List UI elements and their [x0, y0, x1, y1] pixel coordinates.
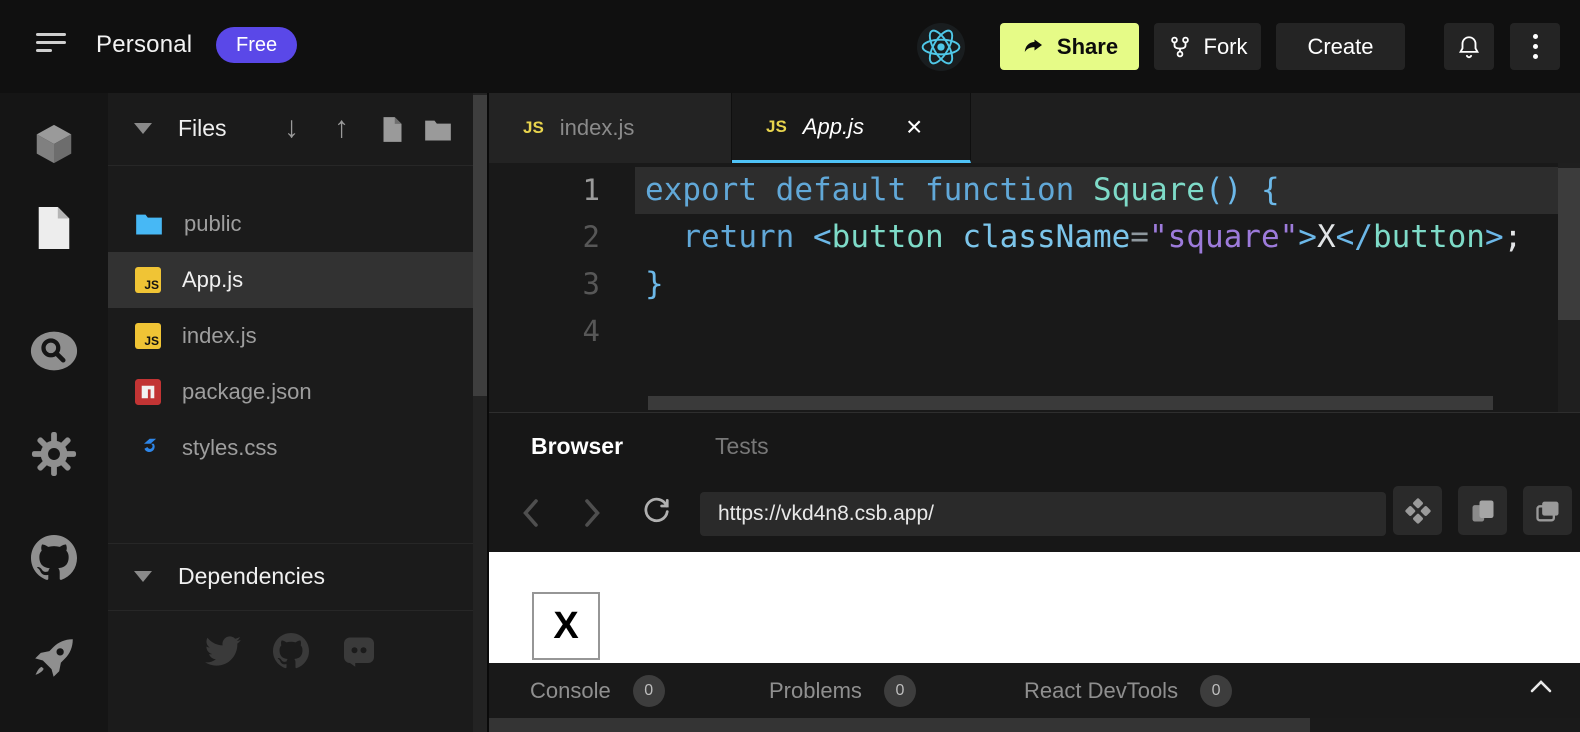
file-row-indexjs[interactable]: JS index.js	[108, 308, 473, 364]
activity-rail	[0, 93, 108, 732]
count-badge: 0	[884, 675, 916, 707]
tab-appjs[interactable]: JS App.js ×	[732, 93, 971, 163]
file-row-appjs[interactable]: JS App.js	[108, 252, 473, 308]
js-file-icon: JS	[135, 267, 161, 293]
devtools-bar: Console 0 Problems 0 React DevTools 0	[489, 663, 1580, 718]
github-icon[interactable]	[273, 633, 309, 669]
close-tab-icon[interactable]: ×	[906, 117, 922, 137]
code-lines: 1export default function Square() {2 ret…	[489, 167, 1580, 355]
fork-label: Fork	[1204, 34, 1248, 60]
url-input[interactable]	[700, 492, 1386, 536]
new-file-icon[interactable]	[380, 116, 405, 143]
duplicate-preview-icon[interactable]	[1458, 486, 1507, 535]
react-logo-icon[interactable]	[917, 23, 965, 71]
file-explorer: Files ↓ ↑ public JS App.js JS index.js p…	[108, 93, 473, 732]
tab-indexjs[interactable]: JS index.js	[489, 93, 732, 163]
new-folder-icon[interactable]	[424, 118, 452, 142]
main-area: JS index.js JS App.js × 1export default …	[489, 93, 1580, 732]
share-arrow-icon	[1021, 35, 1045, 59]
react-devtools-tab[interactable]: React DevTools 0	[1024, 663, 1232, 718]
line-number: 4	[489, 308, 635, 355]
npm-icon	[135, 379, 161, 405]
chevron-up-icon[interactable]	[1529, 678, 1553, 694]
js-file-icon: JS	[523, 118, 544, 138]
code-line[interactable]: 2 return <button className="square">X</b…	[489, 214, 1580, 261]
js-file-icon: JS	[766, 117, 787, 137]
tab-browser[interactable]: Browser	[531, 433, 623, 460]
files-section-title: Files	[178, 115, 227, 142]
line-number: 2	[489, 214, 635, 261]
collapse-chevron-icon[interactable]	[134, 571, 152, 582]
github-icon[interactable]	[30, 534, 78, 582]
share-button[interactable]: Share	[1000, 23, 1139, 70]
browser-pane: Browser Tests	[489, 412, 1580, 552]
editor-tabbar: JS index.js JS App.js ×	[489, 93, 1580, 163]
top-header: Personal Free Share Fork Create	[0, 0, 1580, 93]
line-number: 3	[489, 261, 635, 308]
workspace-name: Personal	[96, 31, 192, 59]
files-panel-icon[interactable]	[30, 204, 78, 252]
files-section-header: Files ↓ ↑	[108, 93, 473, 166]
file-row-packagejson[interactable]: package.json	[108, 364, 473, 420]
twitter-icon[interactable]	[205, 633, 241, 669]
settings-gear-icon[interactable]	[30, 430, 78, 478]
browser-preview: X	[489, 552, 1580, 663]
bottom-scrollbar	[489, 718, 1580, 732]
refresh-icon[interactable]	[641, 496, 671, 526]
problems-tab[interactable]: Problems 0	[769, 663, 916, 718]
fork-icon	[1168, 35, 1192, 59]
line-number: 1	[489, 167, 635, 214]
folder-icon	[135, 212, 163, 236]
dependencies-section-header: Dependencies	[108, 543, 473, 611]
sandbox-cube-icon[interactable]	[30, 120, 78, 168]
share-label: Share	[1057, 34, 1118, 60]
code-line[interactable]: 1export default function Square() {	[489, 167, 1580, 214]
js-file-icon: JS	[135, 323, 161, 349]
discord-icon[interactable]	[341, 633, 377, 669]
explorer-scrollbar	[473, 93, 487, 732]
bottom-scrollbar-thumb[interactable]	[489, 718, 1310, 732]
social-links	[108, 633, 473, 669]
forward-icon[interactable]	[582, 498, 604, 528]
file-list: public JS App.js JS index.js package.jso…	[108, 196, 473, 476]
explorer-scrollbar-thumb[interactable]	[473, 95, 487, 396]
file-row-stylescss[interactable]: styles.css	[108, 420, 473, 476]
fork-button[interactable]: Fork	[1154, 23, 1261, 70]
qr-share-icon[interactable]	[1393, 486, 1442, 535]
dependencies-title: Dependencies	[178, 563, 325, 590]
upload-icon[interactable]: ↑	[334, 110, 349, 146]
bell-icon	[1456, 34, 1482, 60]
tab-tests[interactable]: Tests	[715, 433, 769, 460]
editor-vscrollbar	[1558, 163, 1580, 412]
create-label: Create	[1307, 34, 1373, 60]
file-row-public[interactable]: public	[108, 196, 473, 252]
editor-vscrollbar-thumb[interactable]	[1558, 168, 1580, 320]
code-line[interactable]: 4	[489, 308, 1580, 355]
rocket-icon[interactable]	[30, 634, 78, 682]
back-icon[interactable]	[519, 498, 541, 528]
notifications-button[interactable]	[1444, 23, 1494, 70]
square-button[interactable]: X	[532, 592, 600, 660]
css-icon	[135, 435, 161, 461]
editor-hscrollbar-thumb[interactable]	[648, 396, 1493, 410]
console-tab[interactable]: Console 0	[530, 663, 665, 718]
code-editor[interactable]: 1export default function Square() {2 ret…	[489, 163, 1580, 412]
plan-badge[interactable]: Free	[216, 27, 297, 63]
open-external-icon[interactable]	[1523, 486, 1572, 535]
hamburger-menu-icon[interactable]	[36, 33, 66, 59]
collapse-chevron-icon[interactable]	[134, 123, 152, 134]
more-options-button[interactable]	[1510, 23, 1560, 70]
count-badge: 0	[633, 675, 665, 707]
search-icon[interactable]	[30, 327, 78, 375]
count-badge: 0	[1200, 675, 1232, 707]
download-icon[interactable]: ↓	[284, 110, 299, 146]
create-button[interactable]: Create	[1276, 23, 1405, 70]
code-line[interactable]: 3}	[489, 261, 1580, 308]
